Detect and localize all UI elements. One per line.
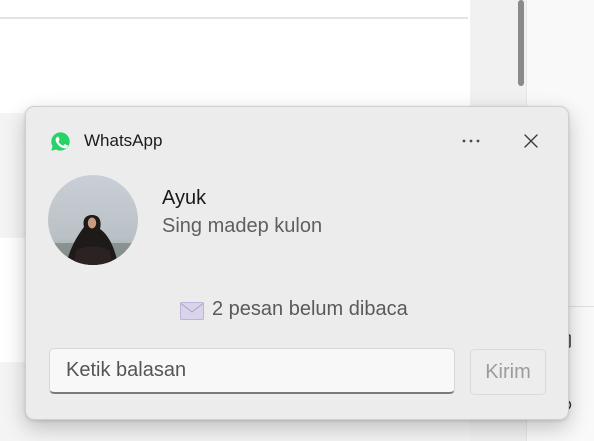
background-divider [0, 17, 468, 19]
close-icon [524, 134, 538, 148]
reply-input[interactable] [49, 348, 455, 394]
sender-name: Ayuk [162, 187, 207, 209]
contact-avatar [48, 175, 138, 265]
whatsapp-icon [51, 132, 70, 151]
whatsapp-notification-toast[interactable]: WhatsApp Ayuk Sing madep kulon 2 pesan b… [25, 106, 569, 420]
background-scrollbar-thumb[interactable] [518, 0, 524, 86]
unread-summary: 2 pesan belum dibaca [180, 297, 408, 321]
envelope-icon [180, 301, 204, 320]
unread-count-text: 2 pesan belum dibaca [212, 298, 408, 320]
send-button[interactable]: Kirim [470, 349, 546, 395]
close-button[interactable] [514, 127, 548, 155]
ellipsis-icon [462, 139, 480, 143]
app-name-label: WhatsApp [84, 131, 163, 150]
message-preview: Sing madep kulon [162, 215, 323, 237]
more-options-button[interactable] [454, 127, 488, 155]
